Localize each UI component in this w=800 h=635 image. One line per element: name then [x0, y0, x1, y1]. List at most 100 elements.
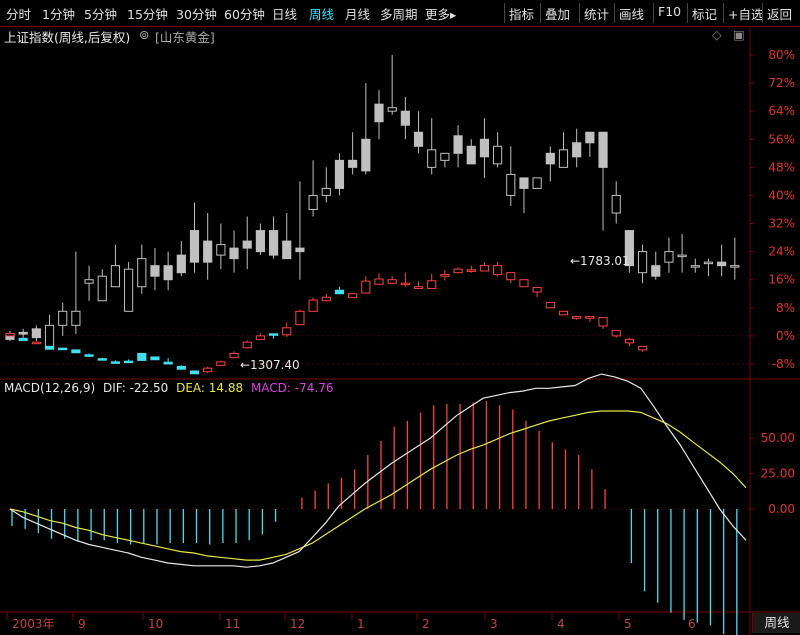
y-axis-label: -8% — [772, 357, 795, 371]
y-axis-label: 48% — [768, 160, 795, 174]
candle-body — [558, 149, 569, 168]
date-label: 4 — [557, 617, 565, 631]
candle-body — [321, 187, 331, 196]
y-axis-label: 72% — [768, 76, 795, 90]
date-label: 2003年 — [12, 617, 55, 631]
y-axis-label: 64% — [768, 104, 795, 118]
candle-body — [440, 152, 450, 161]
stock-chart: 80% 72% 64% 56% 48% 40% 32% 24% 16% 8% 0% -8% ←1307.… — [0, 26, 800, 635]
y-axis-label: 0% — [776, 329, 795, 343]
candle-body — [637, 251, 648, 274]
candle-body — [651, 265, 661, 277]
date-label: 12 — [290, 617, 305, 631]
candle-body — [295, 310, 305, 326]
candle-body — [703, 261, 714, 265]
candle-body — [361, 280, 371, 294]
candle-body — [137, 352, 147, 361]
candle-body — [466, 145, 476, 165]
candle-body — [664, 251, 674, 263]
candle-body — [295, 247, 305, 253]
candle-body — [427, 149, 437, 168]
candle-body — [163, 361, 173, 365]
candle-body — [545, 302, 555, 309]
candle-body — [110, 265, 121, 288]
candle-body — [176, 254, 186, 274]
date-label: 10 — [148, 617, 163, 631]
candle-body — [506, 272, 516, 281]
candle-body — [282, 327, 292, 336]
y-axis-label: 56% — [768, 132, 795, 146]
candle-body — [334, 159, 345, 189]
macd-y-label: 50.00 — [761, 431, 795, 445]
candle-body — [572, 316, 582, 319]
candle-body — [348, 293, 358, 299]
candle-body — [413, 286, 424, 289]
candle-body — [31, 341, 41, 345]
low-annotation: ←1307.40 — [240, 358, 300, 372]
candle-body — [242, 341, 252, 349]
candle-body — [585, 131, 595, 144]
candle-body — [71, 310, 81, 326]
candle-body — [308, 194, 318, 210]
candle-body — [637, 345, 648, 351]
candle-body — [572, 142, 582, 158]
candle-body — [611, 330, 621, 337]
candle-body — [44, 345, 55, 350]
candle-body — [440, 273, 450, 277]
candle-body — [427, 280, 437, 289]
candle-body — [203, 367, 213, 373]
candle-body — [150, 356, 160, 361]
candle-body — [124, 268, 134, 312]
candle-body — [558, 310, 569, 316]
candle-body — [717, 261, 727, 267]
candle-body — [493, 145, 503, 165]
candle-body — [611, 194, 621, 214]
candle-body — [585, 316, 595, 319]
candle-body — [387, 107, 397, 112]
candle-body — [519, 279, 529, 288]
candle-body — [229, 247, 239, 260]
candle-body — [453, 135, 463, 154]
high-annotation: ←1783.01 — [570, 254, 630, 268]
candle-body — [71, 349, 81, 354]
candle-body — [216, 244, 226, 256]
macd-legend: MACD(12,26,9) DIF: -22.50 DEA: 14.88 MAC… — [4, 381, 337, 395]
candle-body — [308, 299, 318, 312]
dif-label: DIF: -22.50 — [102, 381, 169, 395]
candle-body — [374, 278, 384, 285]
candle-body — [690, 265, 700, 268]
candle-body — [348, 159, 358, 168]
date-label: 5 — [624, 617, 632, 631]
date-label: 9 — [78, 617, 86, 631]
candle-body — [361, 138, 371, 172]
dea-line — [9, 410, 747, 561]
candle-body — [532, 177, 542, 189]
candle-body — [268, 333, 279, 336]
macd-y-label: 25.00 — [761, 467, 795, 481]
dea-label: DEA: 14.88 — [176, 381, 244, 395]
candle-body — [242, 240, 252, 249]
date-label: 1 — [357, 617, 365, 631]
candle-body — [84, 279, 94, 284]
y-axis-label: 24% — [768, 245, 795, 259]
candle-body — [31, 328, 41, 339]
candle-body — [58, 310, 68, 326]
candle-body — [506, 173, 516, 196]
candle-body — [189, 370, 200, 375]
macd-param-label: MACD(12,26,9) — [4, 381, 96, 395]
candle-body — [624, 338, 634, 344]
candle-body — [216, 361, 226, 366]
candle-body — [400, 110, 410, 126]
candle-body — [334, 289, 345, 295]
candle-body — [677, 254, 687, 258]
candle-body — [18, 331, 28, 335]
candle-body — [493, 265, 503, 275]
candle-body — [479, 265, 490, 272]
candle-body — [730, 265, 740, 268]
candle-body — [545, 152, 555, 165]
candle-body — [18, 337, 28, 341]
candle-body — [255, 230, 265, 253]
y-axis-label: 80% — [768, 48, 795, 62]
candle-body — [84, 354, 94, 357]
period-tag[interactable]: 周线 — [752, 613, 800, 633]
